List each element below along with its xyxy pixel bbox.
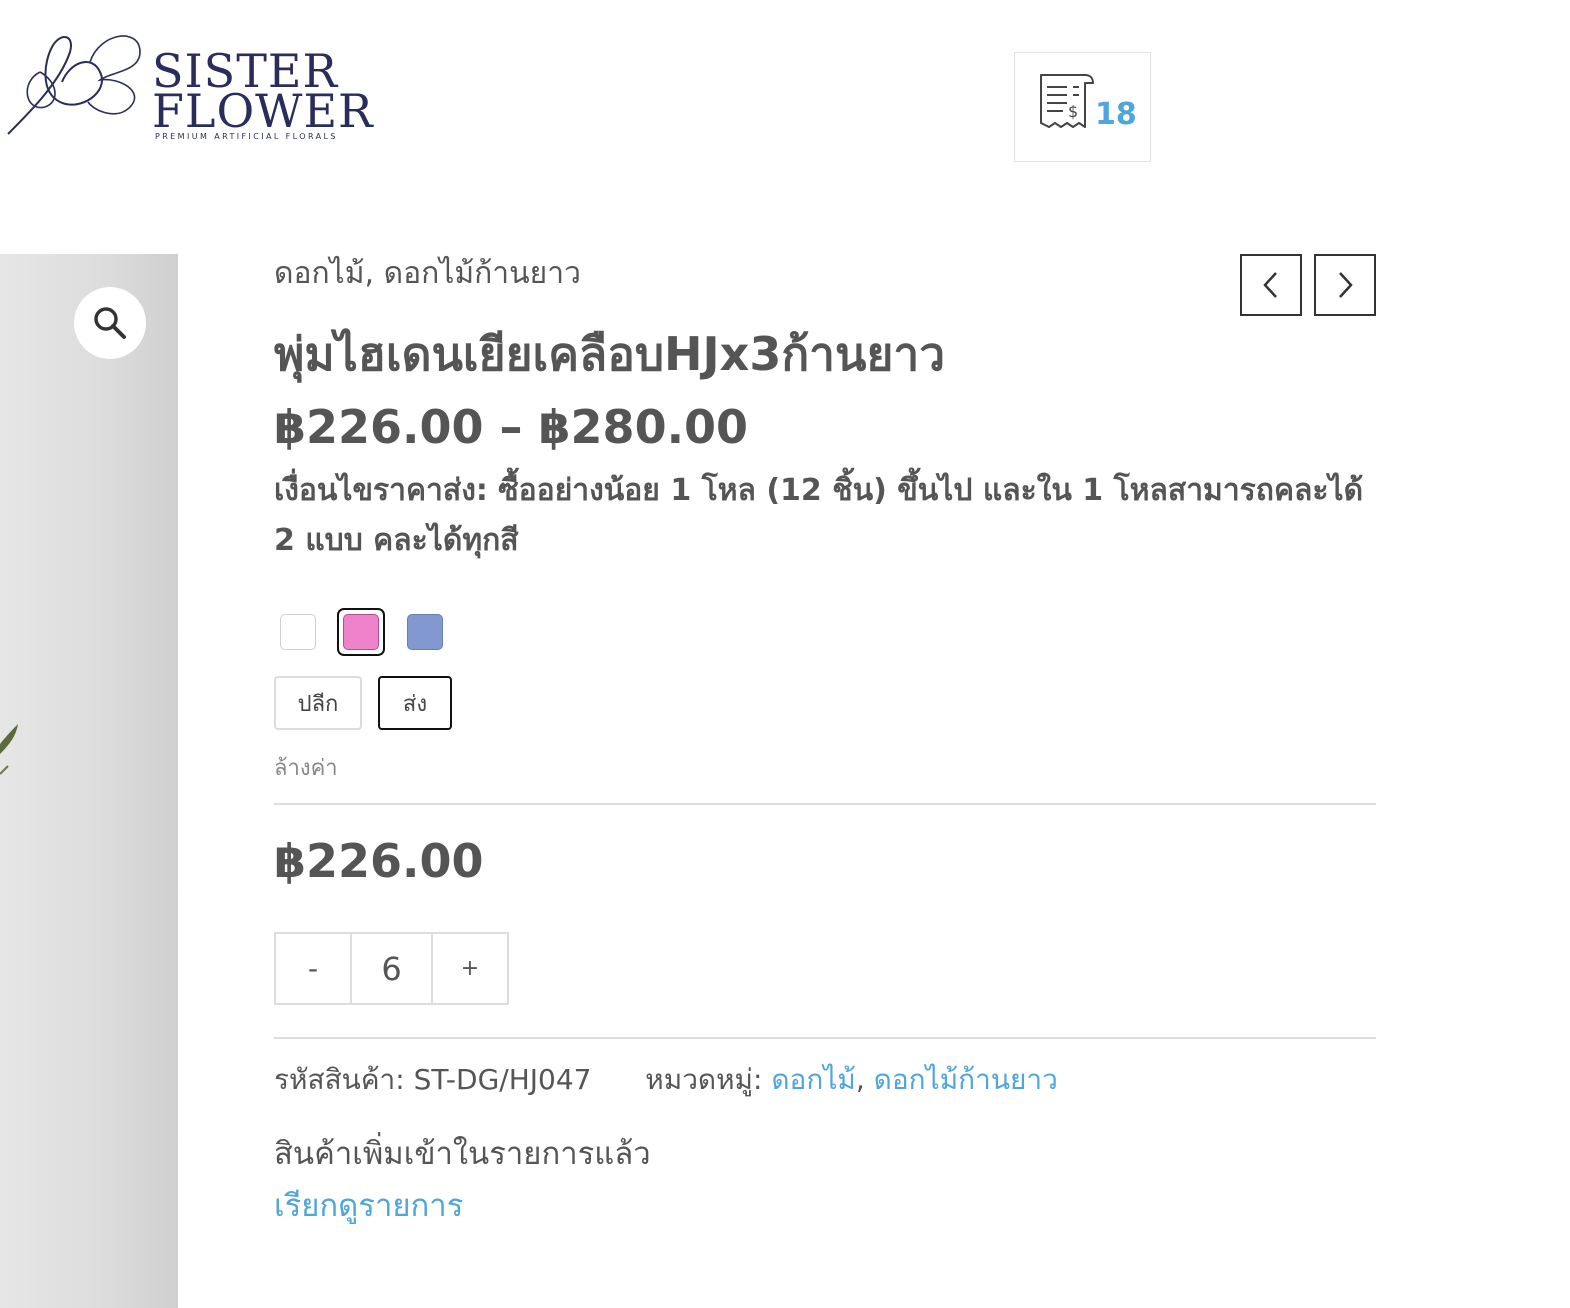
option-retail-button[interactable]: ปลีก xyxy=(274,676,362,730)
logo-tagline: PREMIUM ARTIFICIAL FLORALS xyxy=(155,132,338,141)
quantity-plus-button[interactable]: + xyxy=(433,934,507,1003)
quote-list-button[interactable]: $ 18 xyxy=(1014,52,1151,162)
product-gallery[interactable] xyxy=(0,254,178,1308)
site-logo[interactable]: SISTER FLOWER PREMIUM ARTIFICIAL FLORALS xyxy=(0,22,373,146)
option-wholesale-button[interactable]: ส่ง xyxy=(378,676,452,730)
quantity-stepper: - 6 + xyxy=(274,932,509,1005)
price-range: ฿226.00 – ฿280.00 xyxy=(274,400,749,454)
category-label: หมวดหมู่: xyxy=(645,1063,763,1096)
svg-text:$: $ xyxy=(1068,102,1078,121)
category-link-1[interactable]: ดอกไม้ xyxy=(771,1063,856,1096)
zoom-button[interactable] xyxy=(74,287,146,359)
quantity-input[interactable]: 6 xyxy=(352,934,433,1003)
divider xyxy=(274,803,1376,805)
logo-name-line2: FLOWER xyxy=(152,84,374,138)
product-image-leaf xyxy=(0,724,18,775)
category-link-2[interactable]: ดอกไม้ก้านยาว xyxy=(874,1063,1058,1096)
sku-value: ST-DG/HJ047 xyxy=(413,1063,592,1096)
variation-price: ฿226.00 xyxy=(274,834,484,888)
magnifier-icon xyxy=(94,307,126,339)
sku-label: รหัสสินค้า: xyxy=(274,1063,405,1096)
previous-product-button[interactable] xyxy=(1240,254,1302,316)
swatch-white[interactable] xyxy=(280,614,316,650)
category-separator: , xyxy=(855,1063,865,1096)
wholesale-conditions: เงื่อนไขราคาส่ง: ซื้ออย่างน้อย 1 โหล (12… xyxy=(274,473,1364,558)
product-title: พุ่มไฮเดนเยียเคลือบHJx3ก้านยาว xyxy=(274,327,946,381)
logo-flower-mark xyxy=(7,35,141,135)
view-list-link[interactable]: เรียกดูรายการ xyxy=(274,1180,463,1230)
reset-variations-link[interactable]: ล้างค่า xyxy=(274,750,338,785)
swatch-pink[interactable] xyxy=(343,614,379,650)
chevron-left-icon xyxy=(1263,272,1277,298)
receipt-dollar-icon: $ xyxy=(1040,74,1094,128)
swatch-blue[interactable] xyxy=(407,614,443,650)
quote-list-count: 18 xyxy=(1095,97,1137,132)
added-to-list-message: สินค้าเพิ่มเข้าในรายการแล้ว xyxy=(274,1136,651,1172)
quantity-minus-button[interactable]: - xyxy=(276,934,353,1003)
chevron-right-icon xyxy=(1339,272,1353,298)
next-product-button[interactable] xyxy=(1314,254,1376,316)
product-meta: รหัสสินค้า: ST-DG/HJ047 หมวดหมู่: ดอกไม้… xyxy=(274,1058,1058,1102)
product-categories-top: ดอกไม้, ดอกไม้ก้านยาว xyxy=(274,256,581,291)
divider xyxy=(274,1037,1376,1039)
